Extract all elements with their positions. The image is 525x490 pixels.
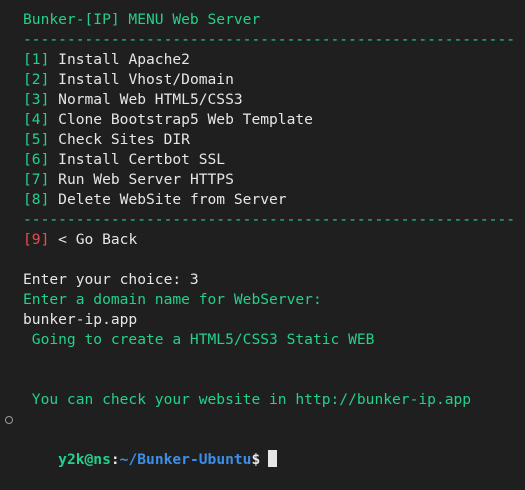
menu-title: Bunker-[IP] MENU Web Server	[23, 11, 261, 28]
choice-prompt: Enter your choice: 3	[23, 271, 199, 288]
menu-item-6: [6] Install Certbot SSL	[23, 150, 225, 170]
menu-item-label: Install Vhost/Domain	[58, 71, 234, 88]
prompt-dollar: $	[251, 451, 261, 468]
menu-item-label: Clone Bootstrap5 Web Template	[58, 111, 313, 128]
menu-item-5: [5] Check Sites DIR	[23, 130, 190, 150]
menu-item-back: [9] < Go Back	[23, 230, 137, 250]
menu-item-number: [7]	[23, 171, 50, 188]
check-message: You can check your website in http://bun…	[23, 391, 472, 408]
prompt-user-host: y2k@ns	[58, 451, 111, 468]
menu-item-label: Check Sites DIR	[58, 131, 190, 148]
menu-item-label: Normal Web HTML5/CSS3	[58, 91, 243, 108]
menu-item-label: < Go Back	[58, 231, 138, 248]
menu-item-number: [6]	[23, 151, 50, 168]
separator-top: ----------------------------------------…	[23, 31, 516, 48]
prompt-path: ~/Bunker-Ubuntu	[119, 451, 252, 468]
menu-item-number: [4]	[23, 111, 50, 128]
menu-item-4: [4] Clone Bootstrap5 Web Template	[23, 110, 313, 130]
menu-item-label: Install Certbot SSL	[58, 151, 226, 168]
text-cursor[interactable]	[268, 449, 278, 467]
menu-item-number: [2]	[23, 71, 50, 88]
menu-item-label: Run Web Server HTTPS	[58, 171, 234, 188]
creating-message: Going to create a HTML5/CSS3 Static WEB	[23, 331, 375, 348]
shell-prompt[interactable]: y2k@ns:~/Bunker-Ubuntu$	[0, 410, 278, 468]
menu-item-number: [1]	[23, 51, 50, 68]
prompt-separator: :	[110, 451, 120, 468]
domain-value: bunker-ip.app	[23, 311, 138, 328]
domain-prompt: Enter a domain name for WebServer:	[23, 291, 322, 308]
menu-item-number: [8]	[23, 191, 50, 208]
terminal-window[interactable]: Bunker-[IP] MENU Web Server ------------…	[0, 0, 525, 468]
command-decoration-icon[interactable]	[5, 416, 13, 424]
menu-item-8: [8] Delete WebSite from Server	[23, 190, 287, 210]
menu-item-3: [3] Normal Web HTML5/CSS3	[23, 90, 243, 110]
menu-item-number: [3]	[23, 91, 50, 108]
menu-item-number: [9]	[23, 231, 50, 248]
menu-item-7: [7] Run Web Server HTTPS	[23, 170, 234, 190]
menu-item-label: Delete WebSite from Server	[58, 191, 287, 208]
menu-item-label: Install Apache2	[58, 51, 190, 68]
menu-item-number: [5]	[23, 131, 50, 148]
menu-item-2: [2] Install Vhost/Domain	[23, 70, 234, 90]
menu-item-1: [1] Install Apache2	[23, 50, 190, 70]
separator-bottom: ----------------------------------------…	[23, 211, 516, 228]
